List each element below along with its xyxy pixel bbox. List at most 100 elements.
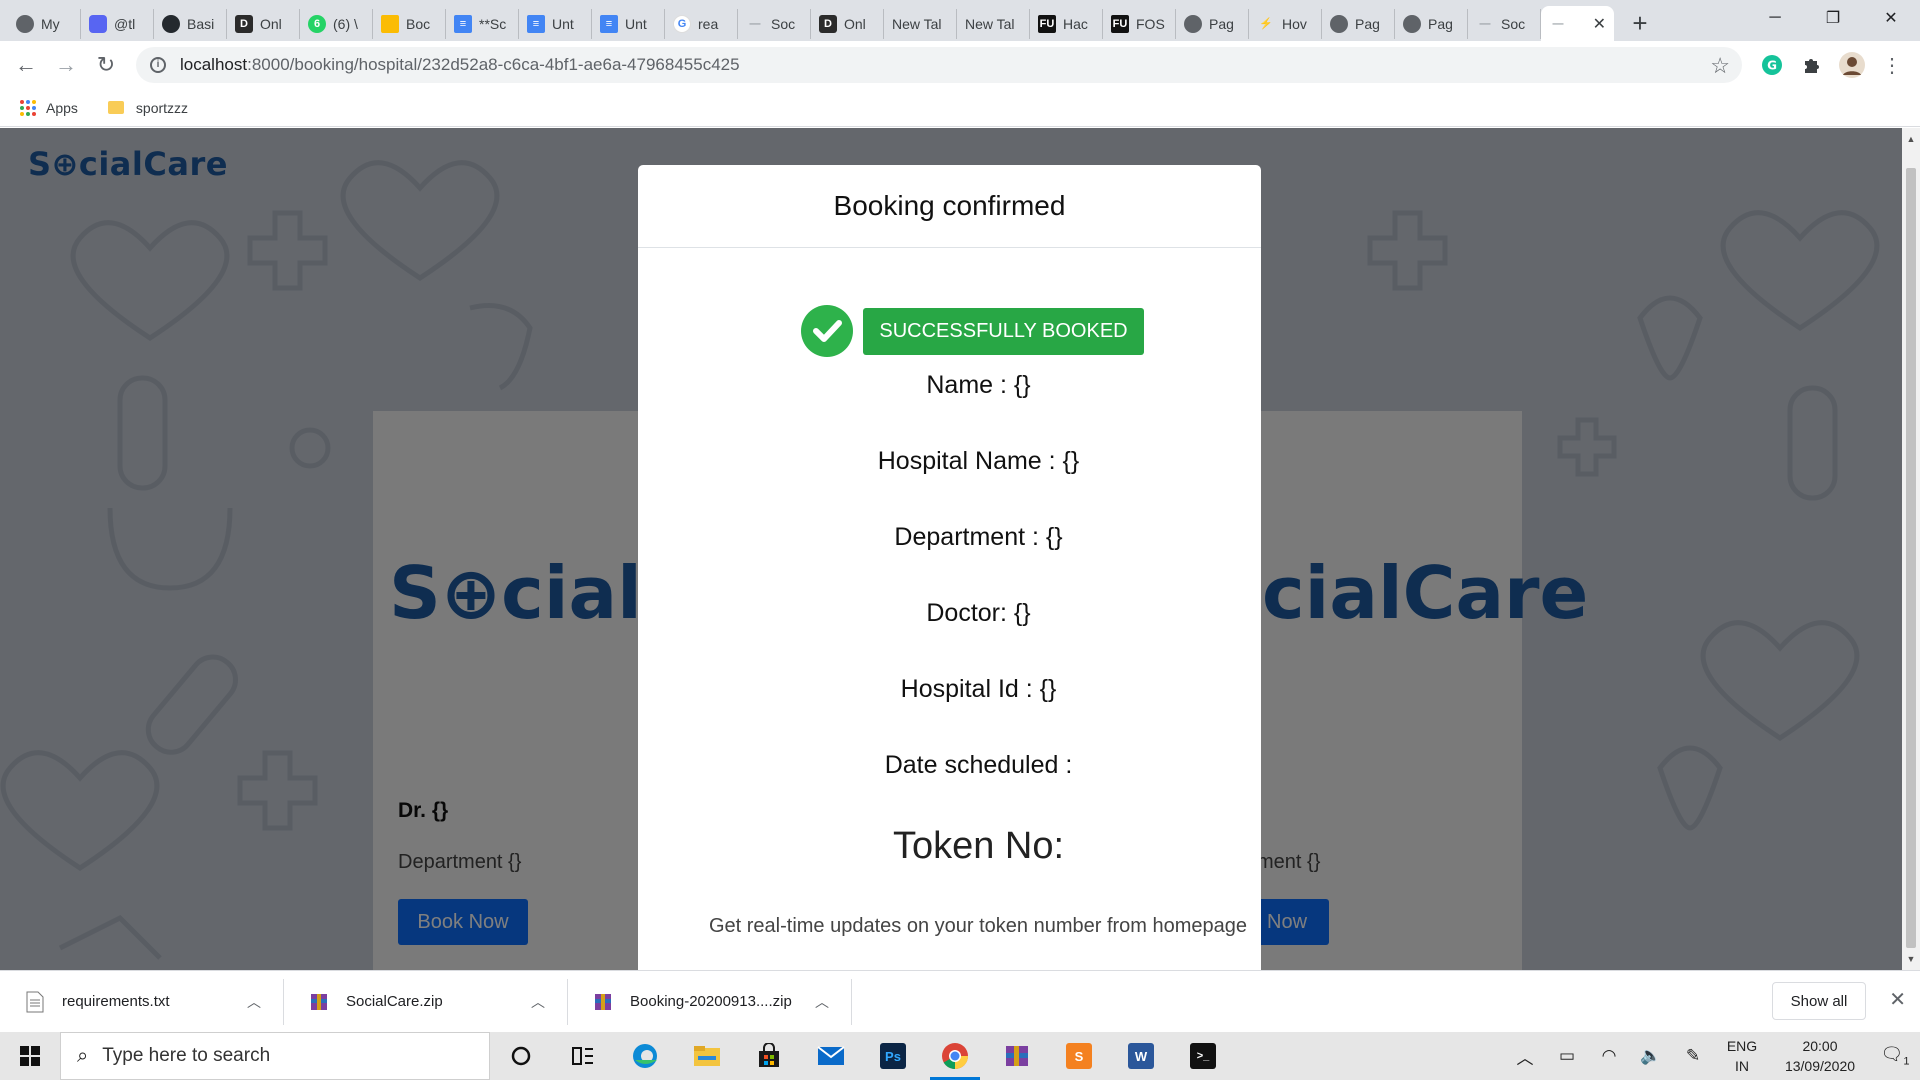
bookmark-apps[interactable]: Apps (20, 99, 78, 116)
file-explorer-icon[interactable] (676, 1032, 738, 1080)
grammarly-extension-icon[interactable]: G (1754, 47, 1790, 83)
browser-tab[interactable]: ⚡ Hov (1249, 8, 1322, 39)
browser-tab[interactable]: Pag (1176, 8, 1249, 39)
photoshop-icon[interactable]: Ps (862, 1032, 924, 1080)
modal-title: Booking confirmed (833, 190, 1066, 221)
mail-icon[interactable] (800, 1032, 862, 1080)
forward-button[interactable]: → (46, 45, 86, 85)
browser-tab[interactable]: — Soc (738, 8, 811, 39)
task-view-icon[interactable] (552, 1032, 614, 1080)
browser-tab-strip: My @tl Basi D Onl 6 (6) \ Boc ≡ **Sc ≡ Unt ≡… (0, 0, 1920, 41)
tab-favicon-icon (16, 14, 34, 33)
browser-tab[interactable]: Basi (154, 8, 227, 39)
booking-confirmation-modal: Booking confirmed SUCCESSFULLY BOOKED Na… (638, 165, 1261, 975)
search-icon: ⌕ (77, 1044, 89, 1067)
browser-tab[interactable]: Pag (1322, 8, 1395, 39)
tab-favicon-icon: FU (1111, 14, 1129, 33)
download-item[interactable]: requirements.txt ︿ (0, 978, 284, 1025)
battery-icon[interactable]: ▭ (1546, 1046, 1588, 1066)
extensions-puzzle-icon[interactable] (1794, 47, 1830, 83)
browser-tab[interactable]: D Onl (227, 8, 300, 39)
scroll-up-arrow-icon[interactable]: ▲ (1902, 130, 1920, 148)
back-button[interactable]: ← (6, 45, 46, 85)
archive-file-icon (311, 993, 327, 1010)
new-tab-button[interactable]: + (1622, 5, 1658, 41)
winrar-icon[interactable] (986, 1032, 1048, 1080)
browser-tab[interactable]: ≡ Unt (592, 8, 665, 39)
tab-favicon-icon: D (235, 14, 253, 33)
input-language[interactable]: ENG IN (1714, 1036, 1770, 1076)
edge-browser-icon[interactable] (614, 1032, 676, 1080)
tab-favicon-icon (89, 14, 107, 33)
booking-date-scheduled: Date scheduled : (884, 751, 1073, 779)
tab-favicon-icon (1330, 14, 1348, 33)
show-hidden-icons-chevron-icon[interactable]: ︿ (1504, 1044, 1546, 1069)
action-center-notification-icon[interactable]: 🗨1 (1870, 1044, 1920, 1068)
profile-avatar[interactable] (1834, 47, 1870, 83)
browser-tab[interactable]: FU FOS (1103, 8, 1176, 39)
cortana-icon[interactable] (490, 1032, 552, 1080)
taskbar-clock[interactable]: 20:00 13/09/2020 (1770, 1036, 1870, 1076)
sublime-text-icon[interactable]: S (1048, 1032, 1110, 1080)
browser-tab[interactable]: My (8, 8, 81, 39)
browser-tab[interactable]: Grea (665, 8, 738, 39)
system-tray: ︿ ▭ ◠ 🔈 ✎ ENG IN 20:00 13/09/2020 🗨1 (1504, 1032, 1920, 1080)
maximize-button[interactable]: ❐ (1804, 0, 1862, 36)
bookmark-folder-sportzzz[interactable]: sportzzz (100, 100, 188, 116)
tab-favicon-icon: 6 (308, 14, 326, 33)
browser-tab-active[interactable]: — ✕ (1541, 6, 1614, 41)
chevron-up-icon[interactable]: ︿ (247, 992, 261, 1012)
browser-tab[interactable]: Pag (1395, 8, 1468, 39)
volume-icon[interactable]: 🔈 (1630, 1046, 1672, 1066)
bookmark-star-icon[interactable]: ☆ (1710, 53, 1730, 79)
chrome-taskbar-icon[interactable] (924, 1032, 986, 1080)
scrollbar-thumb[interactable] (1906, 168, 1916, 948)
tab-favicon-icon: — (749, 17, 761, 30)
browser-tab[interactable]: New Tal (884, 8, 957, 39)
windows-taskbar: ⌕ Type here to search Ps S W >_ ︿ ▭ ◠ 🔈 … (0, 1032, 1920, 1080)
close-window-button[interactable]: ✕ (1862, 0, 1920, 36)
tab-favicon-icon: ⚡ (1259, 18, 1273, 30)
browser-tab[interactable]: FU Hac (1030, 8, 1103, 39)
browser-tab[interactable]: New Tal (957, 8, 1030, 39)
browser-tab[interactable]: ≡ Unt (519, 8, 592, 39)
tab-favicon-icon (1403, 14, 1421, 33)
close-tab-icon[interactable]: ✕ (1593, 14, 1606, 34)
chrome-menu-icon[interactable]: ⋮ (1874, 47, 1910, 83)
browser-tab[interactable]: 6 (6) \ (300, 8, 373, 39)
chevron-up-icon[interactable]: ︿ (531, 992, 545, 1012)
modal-header: Booking confirmed (638, 165, 1261, 248)
microsoft-store-icon[interactable] (738, 1032, 800, 1080)
browser-tab[interactable]: Boc (373, 8, 446, 39)
taskbar-search-box[interactable]: ⌕ Type here to search (60, 1032, 490, 1080)
show-all-downloads-button[interactable]: Show all (1772, 982, 1866, 1020)
booking-doctor: Doctor: {} (926, 599, 1031, 627)
browser-tab[interactable]: D Onl (811, 8, 884, 39)
booking-hospital-name: Hospital Name : {} (877, 447, 1080, 475)
search-placeholder: Type here to search (102, 1045, 271, 1066)
download-item[interactable]: Booking-20200913....zip ︿ (568, 978, 852, 1025)
pen-icon[interactable]: ✎ (1672, 1046, 1714, 1066)
wifi-icon[interactable]: ◠ (1588, 1046, 1630, 1066)
page-scrollbar[interactable]: ▲ ▼ (1902, 128, 1920, 970)
browser-tab[interactable]: @tl (81, 8, 154, 39)
close-download-shelf-icon[interactable]: ✕ (1889, 987, 1906, 1012)
tab-favicon-icon: ≡ (600, 14, 618, 33)
tab-favicon-icon: D (819, 14, 837, 33)
address-bar[interactable]: i localhost:8000/booking/hospital/232d52… (136, 47, 1742, 83)
site-info-icon[interactable]: i (150, 57, 166, 73)
browser-tab[interactable]: — Soc (1468, 8, 1541, 39)
chevron-up-icon[interactable]: ︿ (815, 992, 829, 1012)
terminal-icon[interactable]: >_ (1172, 1032, 1234, 1080)
download-item[interactable]: SocialCare.zip ︿ (284, 978, 568, 1025)
word-icon[interactable]: W (1110, 1032, 1172, 1080)
start-button[interactable] (0, 1032, 60, 1080)
checkmark-icon (801, 305, 854, 357)
scroll-down-arrow-icon[interactable]: ▼ (1902, 950, 1920, 968)
bookmarks-bar: Apps sportzzz (0, 89, 1920, 127)
reload-button[interactable]: ↻ (86, 45, 126, 85)
url-path: :8000/booking/hospital/232d52a8-c6ca-4bf… (247, 55, 740, 74)
browser-tab[interactable]: ≡ **Sc (446, 8, 519, 39)
minimize-button[interactable]: ─ (1746, 0, 1804, 36)
clock-time: 20:00 (1802, 1038, 1838, 1054)
